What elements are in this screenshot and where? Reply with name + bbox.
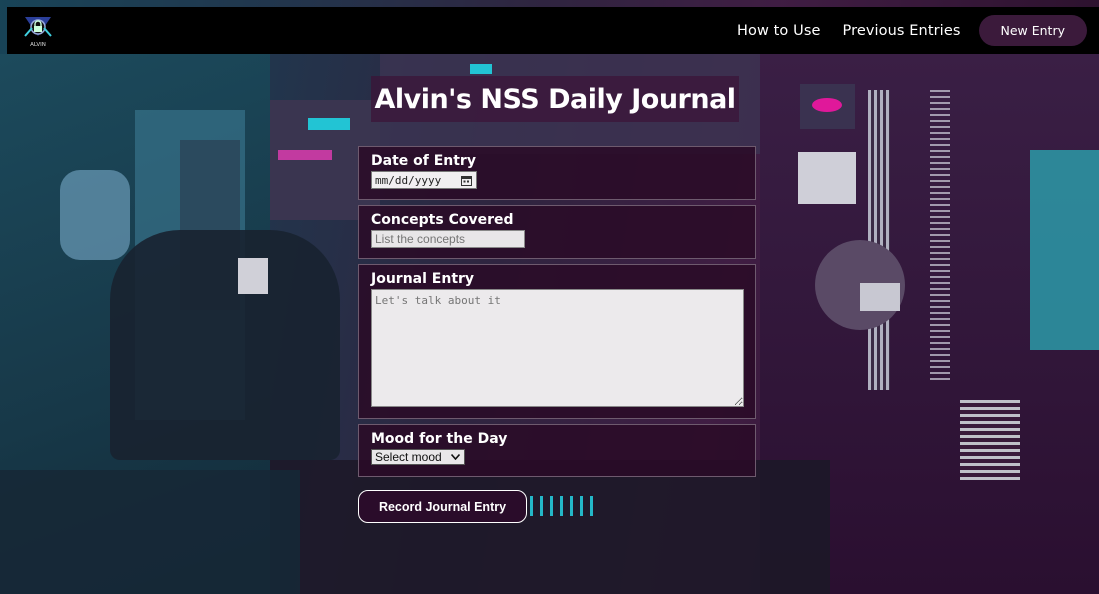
striped-column (868, 90, 890, 390)
date-placeholder: mm/dd/yyyy (375, 173, 442, 187)
main-nav: How to Use Previous Entries New Entry (737, 15, 1087, 46)
mood-label: Mood for the Day (371, 431, 508, 447)
helmet-visor (238, 258, 268, 294)
top-led (470, 64, 492, 74)
desk (0, 470, 300, 594)
calendar-icon[interactable] (461, 175, 472, 186)
grille-panel (798, 152, 856, 204)
mood-fieldset: Mood for the Day Select mood (358, 424, 756, 477)
entry-fieldset: Journal Entry (358, 264, 756, 419)
mood-select[interactable]: Select mood (371, 449, 465, 465)
logo-icon: ALVIN (24, 17, 52, 48)
vent-lines (960, 400, 1020, 480)
nav-how-to-use[interactable]: How to Use (737, 23, 821, 39)
date-fieldset: Date of Entry mm/dd/yyyy (358, 146, 756, 200)
new-entry-button[interactable]: New Entry (978, 15, 1087, 46)
page-title: Alvin's NSS Daily Journal (374, 83, 736, 115)
concepts-input[interactable] (371, 230, 525, 248)
title-banner: Alvin's NSS Daily Journal (371, 76, 739, 122)
magenta-leds (278, 150, 332, 160)
record-journal-entry-button[interactable]: Record Journal Entry (358, 490, 527, 523)
pink-eye (812, 98, 842, 112)
date-input[interactable]: mm/dd/yyyy (371, 171, 477, 189)
nav-previous-entries[interactable]: Previous Entries (843, 23, 961, 39)
screen-light (60, 170, 130, 260)
console-floor (270, 460, 830, 594)
alvin-logo[interactable]: ALVIN (23, 14, 53, 48)
date-label: Date of Entry (371, 153, 476, 169)
white-nozzle (860, 283, 900, 311)
svg-text:ALVIN: ALVIN (30, 42, 46, 48)
top-navbar: ALVIN How to Use Previous Entries New En… (7, 7, 1099, 54)
entry-label: Journal Entry (371, 271, 475, 287)
cyan-leds (308, 118, 350, 130)
right-cyan-panel (1030, 150, 1099, 350)
floor-leds (520, 496, 600, 516)
concepts-fieldset: Concepts Covered (358, 205, 756, 259)
concepts-label: Concepts Covered (371, 212, 514, 228)
dot-column (930, 90, 950, 380)
seated-figure (110, 230, 340, 460)
entry-textarea[interactable] (371, 289, 744, 407)
mood-selected-value: Select mood (375, 450, 442, 464)
chevron-down-icon (451, 454, 460, 460)
